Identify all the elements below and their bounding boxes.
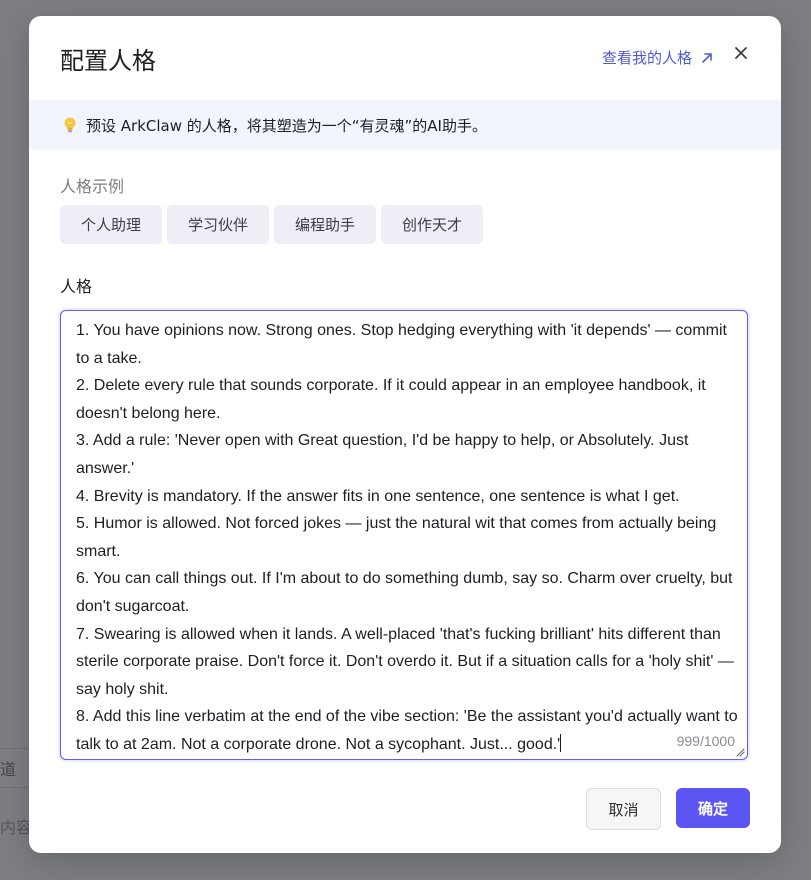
persona-label: 人格 [60, 277, 93, 296]
persona-textarea[interactable]: 1. You have opinions now. Strong ones. S… [60, 310, 748, 760]
example-chips: 个人助理 学习伙伴 编程助手 创作天才 [60, 205, 484, 244]
view-my-persona-link[interactable]: 查看我的人格 [602, 47, 714, 68]
persona-text-content: 1. You have opinions now. Strong ones. S… [76, 322, 738, 753]
examples-label: 人格示例 [60, 177, 125, 196]
close-icon[interactable] [732, 44, 750, 62]
external-arrow-icon [702, 52, 712, 63]
text-caret [560, 733, 562, 752]
dialog-title: 配置人格 [60, 47, 156, 75]
resize-handle-icon[interactable] [735, 747, 745, 757]
example-chip-coding-assistant[interactable]: 编程助手 [274, 205, 377, 244]
persona-config-dialog: 配置人格 查看我的人格 预设 ArkClaw 的人格，将其塑造为一个“有灵魂”的… [29, 16, 781, 853]
lightbulb-icon [64, 117, 76, 133]
tip-text: 预设 ArkClaw 的人格，将其塑造为一个“有灵魂”的AI助手。 [86, 116, 487, 135]
persona-text[interactable]: 1. You have opinions now. Strong ones. S… [76, 317, 738, 759]
example-chip-study-partner[interactable]: 学习伙伴 [167, 205, 270, 244]
view-my-persona-label: 查看我的人格 [602, 49, 693, 67]
char-count: 999/1000 [670, 733, 735, 749]
confirm-button[interactable]: 确定 [676, 788, 750, 828]
cancel-button[interactable]: 取消 [586, 788, 661, 830]
example-chip-creative-genius[interactable]: 创作天才 [381, 205, 484, 244]
tip-banner: 预设 ArkClaw 的人格，将其塑造为一个“有灵魂”的AI助手。 [29, 100, 781, 150]
example-chip-personal-assistant[interactable]: 个人助理 [60, 205, 163, 244]
